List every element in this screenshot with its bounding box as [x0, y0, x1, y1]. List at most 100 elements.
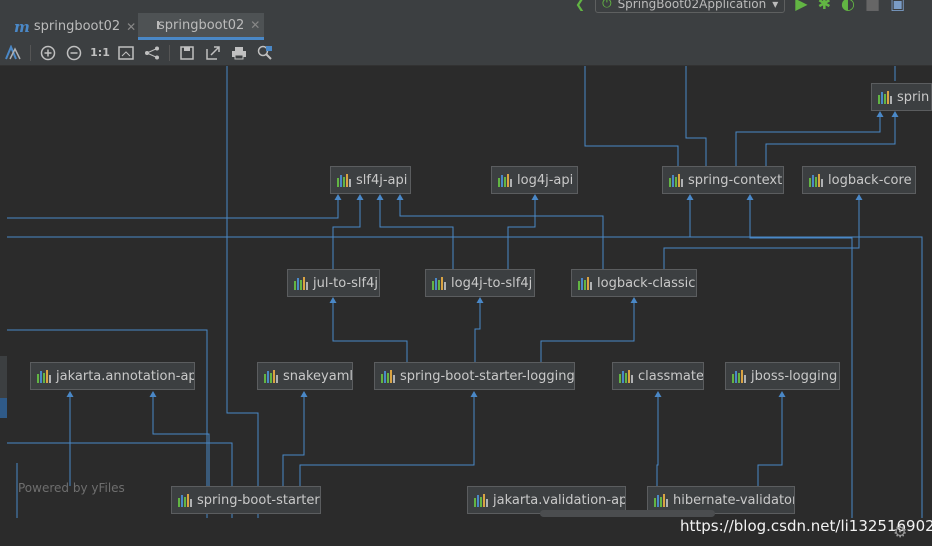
dependency-node-snakeyaml[interactable]: snakeyaml — [257, 362, 353, 390]
library-icon — [878, 90, 892, 104]
run-configuration-select[interactable]: ⏻ SpringBoot02Application ▾ — [595, 0, 786, 13]
node-label: jakarta.validation-api — [493, 492, 626, 508]
gear-icon[interactable]: ⚙ — [893, 522, 907, 541]
node-label: slf4j-api — [356, 172, 408, 188]
diagram-toolbar: 1:1 — [0, 40, 932, 66]
dependency-node-jboss-logging[interactable]: jboss-logging — [725, 362, 840, 390]
project-structure-icon[interactable]: ▣ — [890, 0, 905, 13]
left-gutter-selection — [0, 398, 7, 418]
dependency-edge — [149, 391, 210, 486]
node-label: log4j-to-slf4j — [451, 275, 533, 291]
powered-by-label: Powered by yFiles — [18, 481, 125, 495]
show-dependencies-icon[interactable] — [0, 42, 26, 64]
zoom-in-icon[interactable] — [35, 42, 61, 64]
dependency-edge — [332, 194, 364, 269]
dependency-edge — [299, 391, 478, 486]
library-icon — [264, 369, 278, 383]
run-config-label: SpringBoot02Application — [617, 0, 767, 11]
spring-boot-icon: ⏻ — [602, 0, 612, 10]
library-icon — [654, 493, 668, 507]
dependency-node-jakarta-annotation-api[interactable]: jakarta.annotation-api — [30, 362, 195, 390]
library-icon — [37, 369, 51, 383]
export-icon[interactable] — [200, 42, 226, 64]
dependency-node-spring-boot[interactable]: sprin — [871, 83, 932, 111]
node-label: spring-context — [688, 172, 783, 188]
dependency-edge — [746, 194, 853, 518]
library-icon — [809, 173, 823, 187]
layout-icon[interactable] — [139, 42, 165, 64]
dependency-node-spring-boot-starter-logging[interactable]: spring-boot-starter-logging — [374, 362, 575, 390]
dependency-edge — [654, 391, 662, 486]
back-arrow-icon[interactable]: ❮ — [575, 0, 585, 11]
node-label: spring-boot-starter-logging — [400, 368, 575, 384]
toolbar-separator — [30, 44, 31, 61]
left-gutter — [0, 356, 7, 398]
debug-icon[interactable]: ✱ — [818, 0, 831, 13]
chevron-down-icon: ▾ — [772, 0, 779, 11]
tab-diagram[interactable]: springboot02 ✕ — [138, 13, 264, 40]
node-label: hibernate-validator — [673, 492, 795, 508]
node-label: sprin — [897, 89, 930, 105]
dependency-edge — [282, 391, 308, 486]
library-icon — [178, 493, 192, 507]
tab-label: springboot02 — [158, 17, 245, 33]
library-icon — [474, 493, 488, 507]
dependency-edge — [7, 194, 342, 219]
library-icon — [669, 173, 683, 187]
dependency-diagram-canvas[interactable]: sprin slf4j-api log4j-api spring-context… — [0, 66, 932, 518]
run-toolbar: ❮ ⏻ SpringBoot02Application ▾ ▶ ✱ ◐ ■ ▣ — [575, 0, 905, 13]
stop-icon[interactable]: ■ — [865, 0, 880, 13]
dependency-edge — [685, 66, 707, 166]
library-icon — [578, 276, 592, 290]
tab-label: springboot02 — [33, 19, 121, 34]
dependency-edge — [757, 391, 786, 486]
dependency-node-classmate[interactable]: classmate — [612, 362, 704, 390]
tab-pom[interactable]: m springboot02 ✕ — [0, 13, 138, 40]
dependency-node-logback-core[interactable]: logback-core — [802, 166, 916, 194]
dependency-edge — [507, 194, 539, 269]
dependency-edge — [584, 66, 679, 166]
fit-content-icon[interactable] — [113, 42, 139, 64]
actual-size-icon[interactable]: 1:1 — [87, 42, 113, 64]
node-label: spring-boot-starter — [197, 492, 320, 508]
node-label: snakeyaml — [283, 368, 353, 384]
save-icon[interactable] — [174, 42, 200, 64]
run-icon[interactable]: ▶ — [795, 0, 807, 13]
find-icon[interactable] — [252, 42, 278, 64]
dependency-edge — [376, 194, 454, 269]
dependency-node-spring-context[interactable]: spring-context — [662, 166, 784, 194]
horizontal-scrollbar-thumb[interactable] — [540, 510, 715, 517]
toolbar-separator — [169, 44, 170, 61]
library-icon — [732, 369, 746, 383]
library-icon — [432, 276, 446, 290]
library-icon — [294, 276, 308, 290]
library-icon — [619, 369, 633, 383]
dependency-edge — [474, 297, 484, 362]
close-icon[interactable]: ✕ — [250, 18, 260, 32]
dependency-node-log4j-api[interactable]: log4j-api — [491, 166, 578, 194]
dependency-edge — [765, 111, 899, 166]
dependency-node-logback-classic[interactable]: logback-classic — [571, 269, 697, 297]
dependency-edge — [329, 297, 408, 362]
dependency-node-slf4j-api[interactable]: slf4j-api — [330, 166, 411, 194]
node-label: jakarta.annotation-api — [56, 368, 195, 384]
close-icon[interactable]: ✕ — [126, 20, 136, 34]
node-label: logback-core — [828, 172, 912, 188]
dependency-edge — [396, 194, 604, 269]
dependency-node-log4j-to-slf4j[interactable]: log4j-to-slf4j — [425, 269, 535, 297]
node-label: jboss-logging — [751, 368, 838, 384]
dependency-node-spring-boot-starter[interactable]: spring-boot-starter — [171, 486, 321, 514]
dependency-node-jul-to-slf4j[interactable]: jul-to-slf4j — [287, 269, 380, 297]
dependency-edge — [540, 297, 638, 362]
dependency-edge — [735, 111, 884, 166]
library-icon — [381, 369, 395, 383]
node-label: log4j-api — [517, 172, 574, 188]
coverage-icon[interactable]: ◐ — [841, 0, 855, 13]
zoom-out-icon[interactable] — [61, 42, 87, 64]
library-icon — [498, 173, 512, 187]
library-icon — [337, 173, 351, 187]
node-label: jul-to-slf4j — [313, 275, 378, 291]
node-label: classmate — [638, 368, 704, 384]
editor-tab-bar: m springboot02 ✕ springboot02 ✕ ❮ ⏻ Spri… — [0, 0, 932, 41]
print-icon[interactable] — [226, 42, 252, 64]
